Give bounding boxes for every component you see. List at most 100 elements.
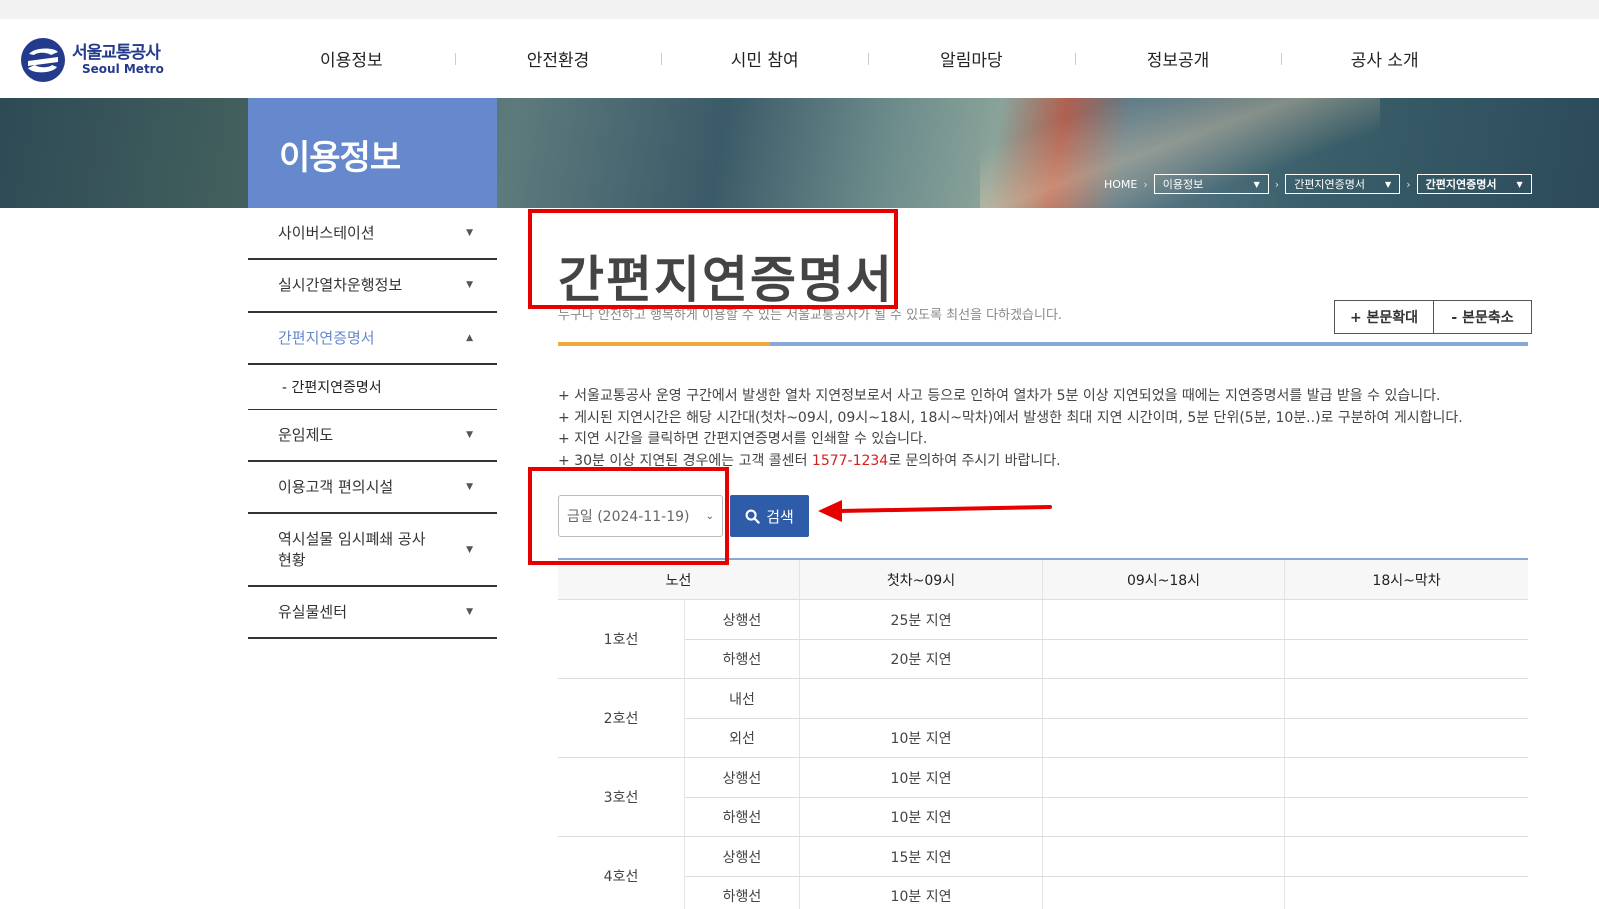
- guide-note-text: 로 문의하여 주시기 바랍니다.: [888, 452, 1061, 469]
- side-menu-label: 간편지연증명서: [278, 328, 375, 347]
- side-menu-item-facilities[interactable]: 이용고객 편의시설 ▼: [248, 462, 497, 515]
- caret-down-icon: ▼: [466, 228, 473, 239]
- direction-cell: 상행선: [685, 600, 800, 639]
- side-menu-item-lost-found[interactable]: 유실물센터 ▼: [248, 587, 497, 639]
- table-row: 상행선 10분 지연: [685, 758, 1528, 797]
- nav-item-citizen[interactable]: 시민 참여: [661, 19, 868, 98]
- delay-cell[interactable]: 10분 지연: [800, 758, 1043, 797]
- delay-cell: [1043, 640, 1285, 678]
- caret-down-icon: ▼: [466, 544, 473, 555]
- table-row: 상행선 15분 지연: [685, 837, 1528, 876]
- line-name: 3호선: [558, 758, 685, 836]
- search-button[interactable]: 검색: [730, 495, 809, 537]
- breadcrumb-select-level1[interactable]: 이용정보 ▼: [1153, 174, 1269, 194]
- logo-korean-text: 서울교통공사: [72, 42, 161, 63]
- nav-item-safety[interactable]: 안전환경: [454, 19, 662, 98]
- column-header-18-last: 18시~막차: [1372, 572, 1441, 589]
- delay-cell[interactable]: 10분 지연: [800, 719, 1043, 757]
- logo[interactable]: 서울교통공사 Seoul Metro: [20, 37, 164, 83]
- breadcrumb-select-level3[interactable]: 간편지연증명서 ▼: [1416, 174, 1532, 194]
- title-underline: [558, 342, 1528, 346]
- guide-note: + 지연 시간을 클릭하면 간편지연증명서를 인쇄할 수 있습니다.: [558, 431, 928, 447]
- delay-cell: [1285, 798, 1528, 836]
- line-name: 1호선: [558, 600, 685, 678]
- delay-cell[interactable]: 20분 지연: [800, 640, 1043, 678]
- line-name: 2호선: [558, 679, 685, 757]
- guide-note: + 서울교통공사 운영 구간에서 발생한 열차 지연정보로서 사고 등으로 인하…: [558, 388, 1441, 404]
- side-menu-item-cyberstation[interactable]: 사이버스테이션 ▼: [248, 208, 497, 261]
- sub-banner: 이용정보 HOME › 이용정보 ▼ › 간편지연증명서 ▼ › 간편지연증명서 ▼: [0, 98, 1599, 208]
- delay-cell: [1285, 877, 1528, 909]
- annotation-highlight-date: [528, 467, 729, 565]
- breadcrumb-separator-icon: ›: [1143, 177, 1148, 191]
- search-button-label: 검색: [766, 507, 794, 526]
- table-row: 하행선 10분 지연: [685, 876, 1528, 909]
- table-header: 노선 첫차~09시 09시~18시 18시~막차: [558, 560, 1528, 600]
- breadcrumb-level1-label: 이용정보: [1162, 178, 1204, 191]
- delay-cell: [1043, 758, 1285, 797]
- table-row: 하행선 10분 지연: [685, 797, 1528, 836]
- side-menu-item-fare[interactable]: 운임제도 ▼: [248, 410, 497, 462]
- delay-cell[interactable]: 10분 지연: [800, 877, 1043, 909]
- title-underline-accent: [558, 342, 770, 346]
- nav-item-usage-info[interactable]: 이용정보: [248, 19, 455, 98]
- direction-cell: 상행선: [685, 758, 800, 797]
- side-menu-item-closure[interactable]: 역시설물 임시폐쇄 공사현황 ▼: [248, 514, 497, 587]
- call-center-number[interactable]: 1577-1234: [812, 453, 888, 469]
- nav-item-disclosure[interactable]: 정보공개: [1074, 19, 1282, 98]
- delay-cell: [1043, 837, 1285, 876]
- side-submenu-item-delay-cert[interactable]: - 간편지연증명서: [248, 365, 497, 410]
- table-row: 외선 10분 지연: [685, 718, 1528, 757]
- zoom-out-button[interactable]: - 본문축소: [1433, 301, 1531, 333]
- banner-title: 이용정보: [279, 138, 401, 178]
- nav-item-about[interactable]: 공사 소개: [1281, 19, 1488, 98]
- delay-cell[interactable]: 15분 지연: [800, 837, 1043, 876]
- direction-cell: 외선: [685, 719, 800, 757]
- guide-note: + 게시된 지연시간은 해당 시간대(첫차~09시, 09시~18시, 18시~…: [558, 409, 1463, 426]
- side-menu-label: 운임제도: [278, 425, 334, 444]
- table-line-group: 1호선 상행선 25분 지연 하행선 20분 지연: [558, 600, 1528, 679]
- table-line-group: 3호선 상행선 10분 지연 하행선 10분 지연: [558, 758, 1528, 837]
- annotation-arrow-icon: [818, 500, 1052, 522]
- side-menu-item-delay-cert[interactable]: 간편지연증명서 ▲: [248, 313, 497, 365]
- side-menu-label: 사이버스테이션: [278, 224, 375, 242]
- breadcrumb-select-level2[interactable]: 간편지연증명서 ▼: [1285, 174, 1401, 194]
- delay-cell[interactable]: 10분 지연: [800, 798, 1043, 836]
- caret-down-icon: ▼: [466, 482, 473, 493]
- delay-cell: [1285, 600, 1528, 639]
- table-row: 하행선 20분 지연: [685, 639, 1528, 678]
- table-row: 상행선 25분 지연: [685, 600, 1528, 639]
- direction-cell: 상행선: [685, 837, 800, 876]
- text-zoom-controls: + 본문확대 - 본문축소: [1334, 300, 1532, 334]
- column-header-first-09: 첫차~09시: [800, 560, 1043, 599]
- delay-cell: [1043, 877, 1285, 909]
- side-menu: 사이버스테이션 ▼ 실시간열차운행정보 ▼ 간편지연증명서 ▲ - 간편지연증명…: [248, 208, 497, 639]
- caret-down-icon: ▼: [466, 606, 473, 617]
- column-header-line: 노선: [558, 560, 800, 599]
- direction-cell: 하행선: [685, 877, 800, 909]
- annotation-highlight-title: [528, 209, 898, 309]
- delay-cell[interactable]: 25분 지연: [800, 600, 1043, 639]
- delay-cell: [1285, 640, 1528, 678]
- breadcrumb-level3-label: 간편지연증명서: [1425, 178, 1497, 191]
- caret-down-icon: ▼: [1516, 179, 1523, 189]
- breadcrumb-home[interactable]: HOME: [1104, 178, 1137, 191]
- main-nav: 이용정보 안전환경 시민 참여 알림마당 정보공개 공사 소개: [248, 19, 1488, 98]
- side-menu-item-realtime[interactable]: 실시간열차운행정보 ▼: [248, 260, 497, 313]
- page: 서울교통공사 Seoul Metro 이용정보 안전환경 시민 참여 알림마당 …: [0, 0, 1599, 909]
- side-menu-label: 유실물센터: [278, 602, 348, 621]
- search-icon: [745, 509, 760, 524]
- delay-cell: [1285, 758, 1528, 797]
- nav-item-notice[interactable]: 알림마당: [868, 19, 1075, 98]
- caret-up-icon: ▲: [466, 332, 473, 343]
- breadcrumb-separator-icon: ›: [1406, 177, 1411, 191]
- side-menu-label: 역시설물 임시폐쇄 공사현황: [278, 530, 426, 569]
- delay-cell: [1285, 837, 1528, 876]
- breadcrumb-separator-icon: ›: [1274, 177, 1280, 191]
- delay-cell: [1043, 679, 1285, 718]
- delay-cell: [1043, 719, 1285, 757]
- zoom-in-button[interactable]: + 본문확대: [1335, 301, 1433, 333]
- seoul-metro-logo-icon: [21, 38, 65, 82]
- direction-cell: 하행선: [685, 798, 800, 836]
- delay-cell: [1043, 798, 1285, 836]
